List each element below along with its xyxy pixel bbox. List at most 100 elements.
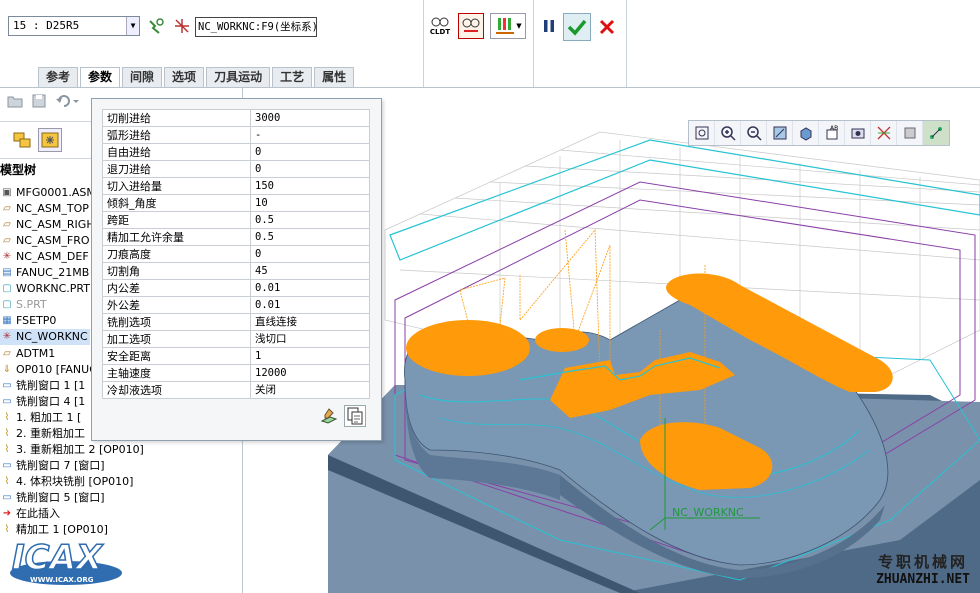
undo-icon[interactable] [54,92,80,110]
param-value[interactable]: 0 [250,245,370,263]
tree-item[interactable]: ▭ 铣削窗口 1 [1 [0,378,85,394]
param-row[interactable]: 精加工允许余量 0.5 [102,228,370,246]
named-view-icon[interactable] [845,121,871,145]
tree-item[interactable]: ▭ 铣削窗口 4 [1 [0,394,85,410]
zoom-out-icon[interactable] [741,121,767,145]
param-value[interactable]: 0 [250,160,370,178]
param-value[interactable]: 0.01 [250,279,370,297]
tree-item[interactable]: ✳ NC_WORKNC [0,329,90,346]
param-row[interactable]: 铣削选项 直线连接 [102,313,370,331]
tree-item-label: NC_WORKNC [16,330,88,344]
repaint-icon[interactable] [767,121,793,145]
edit-params-icon[interactable] [318,405,340,427]
tree-item[interactable]: ▢ S.PRT [0,297,46,313]
save-icon[interactable] [30,92,48,110]
param-row[interactable]: 主轴速度 12000 [102,364,370,382]
tree-item[interactable]: ➜ 在此插入 [0,506,60,522]
param-value[interactable]: 关闭 [250,381,370,399]
toolpath-display-icon[interactable] [923,121,949,145]
param-row[interactable]: 倾斜_角度 10 [102,194,370,212]
param-value[interactable]: 直线连接 [250,313,370,331]
param-value[interactable]: 10 [250,194,370,212]
tree-item[interactable]: ✳ NC_ASM_DEF [0,249,89,265]
tree-item-label: NC_ASM_FRO [16,234,90,248]
tab-clearance[interactable]: 间隙 [122,67,163,87]
param-value[interactable]: - [250,126,370,144]
layer-tree-tab-icon[interactable] [38,128,62,152]
pause-icon[interactable] [540,16,558,36]
tree-item[interactable]: ▭ 铣削窗口 5 [窗口] [0,490,104,506]
tree-item[interactable]: ⌇ 1. 粗加工 1 [ [0,410,82,426]
saved-views-icon[interactable]: AB [819,121,845,145]
mill-window-icon: ▭ [2,395,12,407]
display-style-icon[interactable] [793,121,819,145]
zoom-in-icon[interactable] [715,121,741,145]
param-value[interactable]: 45 [250,262,370,280]
param-value[interactable]: 0.01 [250,296,370,314]
param-value[interactable]: 0.5 [250,228,370,246]
param-value[interactable]: 150 [250,177,370,195]
tree-item[interactable]: ▱ NC_ASM_RIGH [0,217,94,233]
param-value[interactable]: 1 [250,347,370,365]
ribbon: 15 : D25R5 ▼ NC_WORKNC:F9(坐标系) CLDT ▼ 参考… [0,0,980,88]
tree-item[interactable]: ▣ MFG0001.ASM [0,185,96,201]
param-row[interactable]: 退刀进给 0 [102,160,370,178]
copy-params-icon[interactable] [344,405,366,427]
param-value[interactable]: 0.5 [250,211,370,229]
tab-properties[interactable]: 属性 [314,67,355,87]
machine-icon: ▤ [2,267,12,279]
param-value[interactable]: 3000 [250,109,370,127]
insert-here-arrow-icon: ➜ [2,508,12,519]
tree-item[interactable]: ⇓ OP010 [FANUC [0,362,97,378]
param-row[interactable]: 切入进给量 150 [102,177,370,195]
confirm-check-icon[interactable] [563,13,591,41]
tree-item[interactable]: ▱ NC_ASM_TOP [0,201,89,217]
open-folder-icon[interactable] [6,92,24,110]
tree-item[interactable]: ▤ FANUC_21MB [0,265,89,281]
cancel-x-icon[interactable] [596,16,618,38]
tree-item[interactable]: ▱ ADTM1 [0,346,55,362]
refit-icon[interactable] [689,121,715,145]
tree-item[interactable]: ⌇ 4. 体积块铣削 [OP010] [0,474,134,490]
param-row[interactable]: 弧形进给 - [102,126,370,144]
param-value[interactable]: 0 [250,143,370,161]
tool-selector[interactable]: 15 : D25R5 ▼ [8,16,140,36]
tab-parameters[interactable]: 参数 [80,67,121,87]
param-value[interactable]: 浅切口 [250,330,370,348]
tab-tool-motion[interactable]: 刀具运动 [206,67,271,87]
datum-csys-icon: ✳ [2,331,12,343]
tree-item[interactable]: ▭ 铣削窗口 7 [窗口] [0,458,104,474]
param-row[interactable]: 跨距 0.5 [102,211,370,229]
coord-system-field[interactable]: NC_WORKNC:F9(坐标系) [195,17,317,37]
param-value[interactable]: 12000 [250,364,370,382]
param-row[interactable]: 安全距离 1 [102,347,370,365]
tree-item[interactable]: ⌇ 3. 重新粗加工 2 [OP010] [0,442,144,458]
tree-item[interactable]: ▱ NC_ASM_FRO [0,233,90,249]
tree-item-label: NC_ASM_DEF [16,250,89,264]
toolpath-verify-icon[interactable] [458,13,484,39]
param-row[interactable]: 外公差 0.01 [102,296,370,314]
model-tree-tab-icon[interactable] [10,128,34,152]
tab-process[interactable]: 工艺 [272,67,313,87]
watermark-en: ZHUANZHI.NET [876,572,970,587]
param-row[interactable]: 刀痕高度 0 [102,245,370,263]
tree-item[interactable]: ⌇ 2. 重新粗加工 [0,426,85,442]
tab-reference[interactable]: 参考 [38,67,79,87]
spin-center-icon[interactable] [897,121,923,145]
datum-display-icon[interactable] [871,121,897,145]
tree-item[interactable]: ▦ FSETP0 [0,313,56,329]
chevron-down-icon[interactable]: ▼ [126,17,139,35]
tool-select-icon[interactable] [146,16,166,36]
coordinate-system-icon[interactable] [172,16,192,36]
chevron-down-icon[interactable]: ▼ [516,22,521,30]
param-row[interactable]: 切削进给 3000 [102,109,370,127]
tree-item[interactable]: ▢ WORKNC.PRT [0,281,90,297]
param-row[interactable]: 切割角 45 [102,262,370,280]
cldt-display-icon[interactable]: CLDT [428,12,452,40]
param-row[interactable]: 加工选项 浅切口 [102,330,370,348]
param-row[interactable]: 内公差 0.01 [102,279,370,297]
param-row[interactable]: 冷却液选项 关闭 [102,381,370,399]
param-row[interactable]: 自由进给 0 [102,143,370,161]
material-removal-icon[interactable]: ▼ [490,13,526,39]
tab-options[interactable]: 选项 [164,67,205,87]
